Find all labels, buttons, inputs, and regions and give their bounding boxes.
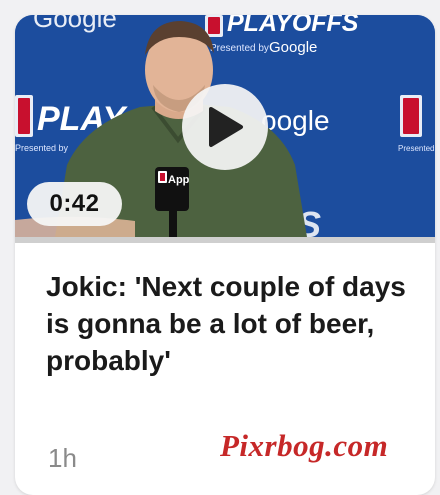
- backdrop-google-small: Google: [269, 39, 317, 56]
- article-timestamp: 1h: [48, 443, 77, 473]
- microphone-label: App: [168, 174, 190, 186]
- video-article-card[interactable]: Google PLAYOFFS Presented by Google PLAY…: [15, 15, 435, 495]
- video-progress-track: [15, 237, 435, 243]
- play-button[interactable]: [182, 84, 268, 170]
- play-icon: [209, 107, 243, 147]
- backdrop-playoffs-text: PLAYOFFS: [227, 15, 359, 37]
- video-thumbnail[interactable]: Google PLAYOFFS Presented by Google PLAY…: [15, 15, 435, 237]
- backdrop-presented-by: Presented by: [15, 143, 69, 153]
- article-headline[interactable]: Jokic: 'Next couple of days is gonna be …: [46, 268, 406, 379]
- backdrop-google-text: Google: [33, 15, 117, 33]
- backdrop-presented-by: Presented by: [398, 144, 435, 153]
- watermark: Pixrbog.com: [220, 428, 389, 463]
- backdrop-presented-by: Presented by: [210, 43, 269, 54]
- duration-badge: 0:42: [27, 182, 122, 226]
